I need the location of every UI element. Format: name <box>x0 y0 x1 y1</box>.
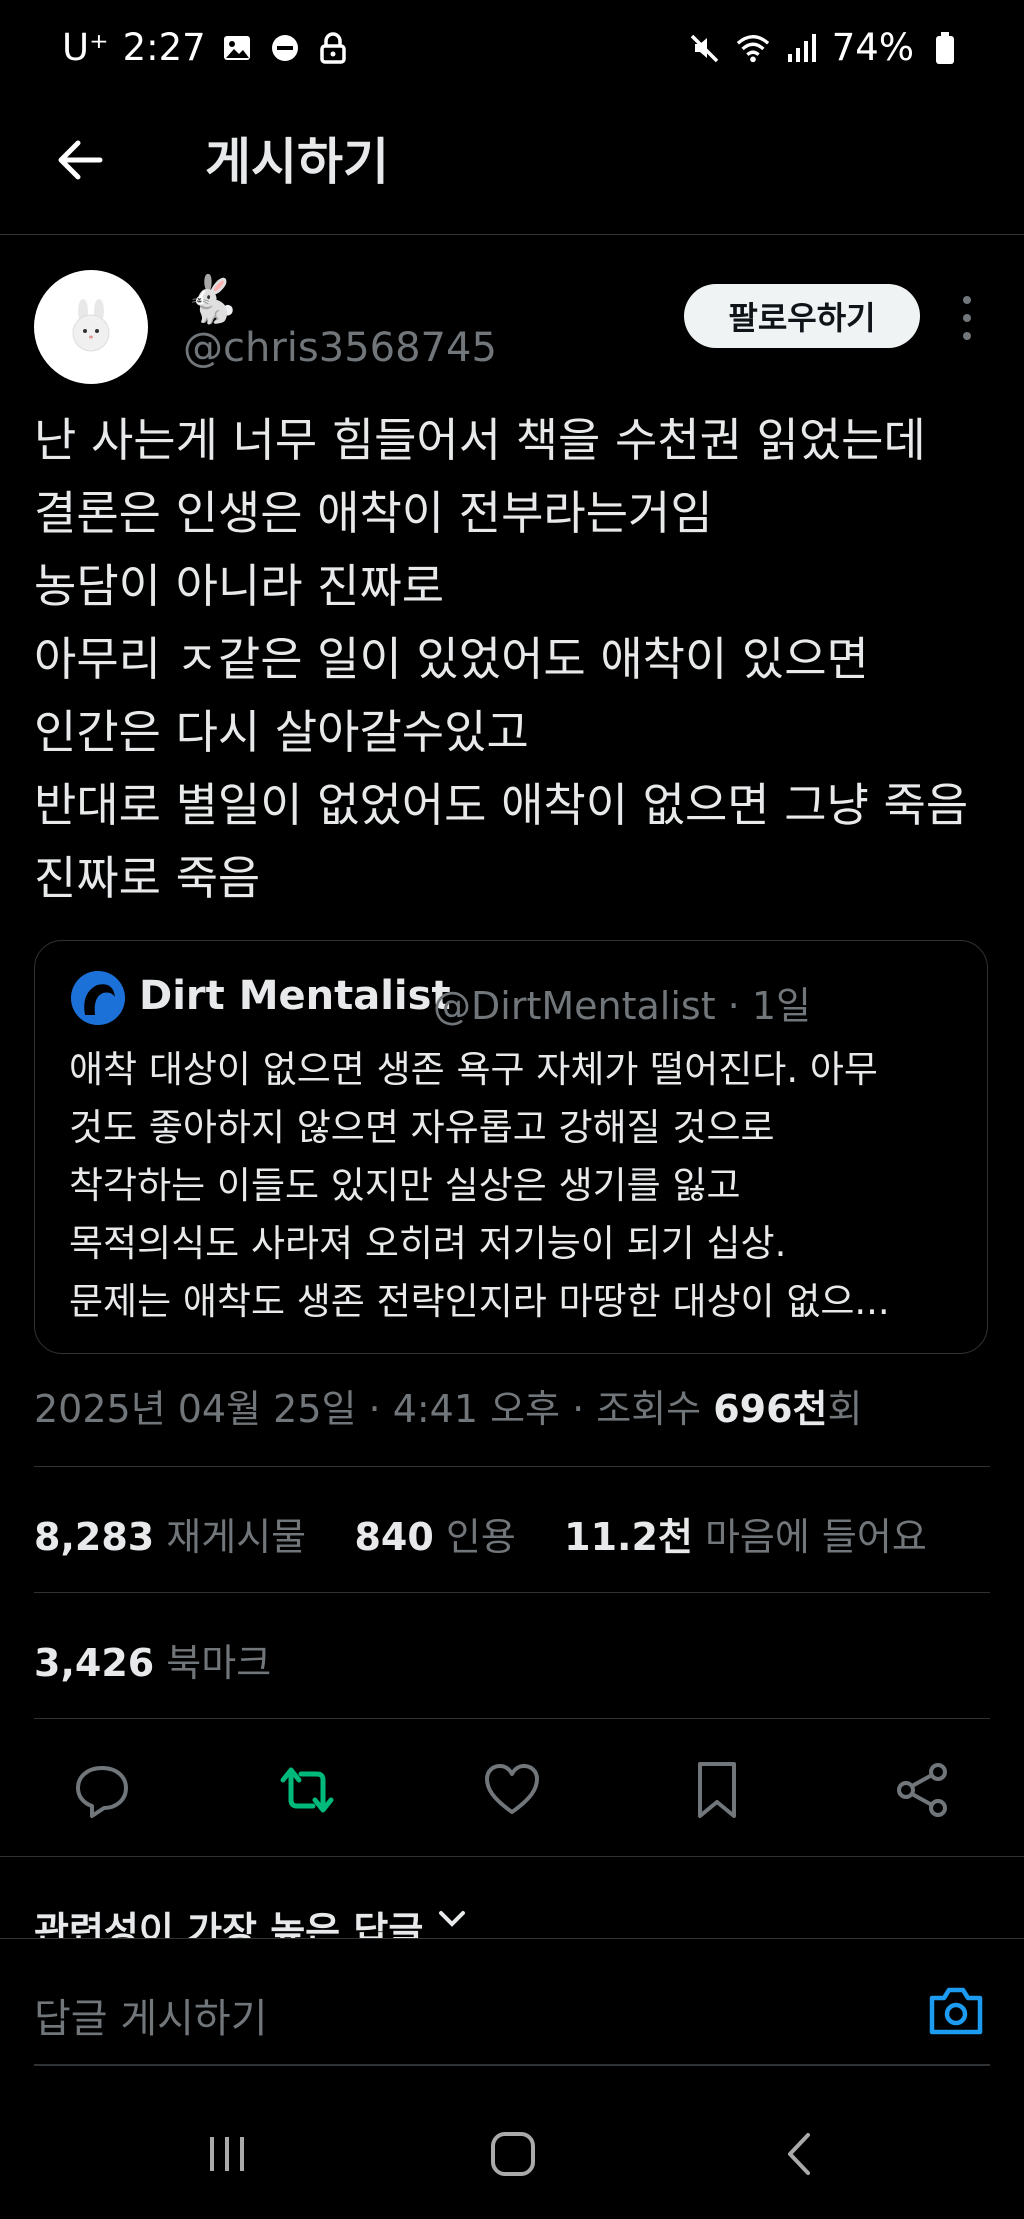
more-options-icon[interactable] <box>950 290 984 346</box>
repost-icon[interactable] <box>275 1758 339 1822</box>
top-app-bar <box>0 100 1024 235</box>
post-line: 반대로 별일이 없었어도 애착이 없으면 그냥 죽음 <box>34 778 969 832</box>
home-icon[interactable] <box>478 2126 548 2182</box>
reposts-count: 8,283 <box>34 1515 155 1559</box>
status-left: U⁺ 2:27 <box>62 26 350 69</box>
quote-line: 착각하는 이들도 있지만 실상은 생기를 잃고 <box>69 1164 741 1207</box>
quoted-post-text: 애착 대상이 없으면 생존 욕구 자체가 떨어진다. 아무 것도 좋아하지 않으… <box>69 1041 969 1331</box>
post-line: 농담이 아니라 진짜로 <box>34 559 445 613</box>
back-arrow-icon[interactable] <box>50 130 110 190</box>
post-line: 진짜로 죽음 <box>34 851 261 905</box>
post-line: 결론은 인생은 애착이 전부라는거임 <box>34 486 713 540</box>
carrier-label: U⁺ <box>62 26 109 69</box>
divider <box>34 1466 990 1467</box>
likes-label: 마음에 들어요 <box>704 1515 927 1559</box>
lock-icon <box>316 31 350 65</box>
wifi-icon <box>736 31 770 65</box>
battery-percent: 74% <box>831 26 914 69</box>
reply-sort-label: 관련성이 가장 높은 답글 <box>34 1909 424 1938</box>
reply-input[interactable]: 답글 게시하기 <box>34 1986 268 2044</box>
composer-underline <box>34 2064 990 2066</box>
quotes-label: 인용 <box>445 1515 516 1559</box>
gallery-icon <box>220 31 254 65</box>
divider <box>34 1718 990 1719</box>
likes-stat[interactable]: 11.2천 마음에 들어요 <box>564 1515 927 1559</box>
quoted-author-handle: @DirtMentalist · 1일 <box>433 984 811 1028</box>
quotes-count: 840 <box>354 1515 434 1559</box>
views-count: 696천 <box>713 1387 828 1431</box>
reply-icon[interactable] <box>70 1758 134 1822</box>
battery-icon <box>928 31 962 65</box>
reposts-stat[interactable]: 8,283 재게시물 <box>34 1515 306 1559</box>
post-line: 난 사는게 너무 힘들어서 책을 수천권 읽었는데 <box>34 413 926 467</box>
follow-button[interactable]: 팔로우하기 <box>684 284 920 348</box>
avatar[interactable] <box>34 270 148 384</box>
status-bar: U⁺ 2:27 74% <box>0 0 1024 100</box>
post-timestamp-views: 2025년 04월 25일 · 4:41 오후 · 조회수 696천회 <box>34 1378 863 1433</box>
likes-count: 11.2천 <box>564 1515 693 1559</box>
post-line: 인간은 다시 살아갈수있고 <box>34 705 529 759</box>
quoted-post-card[interactable]: Dirt Mentalist @DirtMentalist · 1일 애착 대상… <box>34 940 988 1354</box>
divider <box>0 1856 1024 1857</box>
quote-line: 애착 대상이 없으면 생존 욕구 자체가 떨어진다. 아무 <box>69 1048 878 1091</box>
share-icon[interactable] <box>890 1758 954 1822</box>
mute-icon <box>688 31 722 65</box>
quote-line: 것도 좋아하지 않으면 자유롭고 강해질 것으로 <box>69 1106 775 1149</box>
engagement-stats: 8,283 재게시물 840 인용 11.2천 마음에 들어요 <box>34 1506 927 1561</box>
clock: 2:27 <box>122 26 206 69</box>
like-heart-icon[interactable] <box>480 1758 544 1822</box>
quote-line: 문제는 애착도 생존 전략인지라 마땅한 대상이 없으... <box>69 1280 890 1323</box>
divider <box>34 1592 990 1593</box>
quotes-stat[interactable]: 840 인용 <box>354 1515 515 1559</box>
reply-sort-dropdown[interactable]: 관련성이 가장 높은 답글 <box>34 1900 469 1938</box>
post-datetime: 2025년 04월 25일 · 4:41 오후 · 조회수 <box>34 1387 714 1431</box>
bookmarks-count: 3,426 <box>34 1641 155 1685</box>
system-back-icon[interactable] <box>766 2126 836 2182</box>
author-handle[interactable]: @chris3568745 <box>183 325 497 371</box>
display-name[interactable]: 🐇 <box>183 272 240 327</box>
page-title: 게시하기 <box>205 133 389 191</box>
recent-apps-icon[interactable] <box>192 2126 262 2182</box>
do-not-disturb-icon <box>268 31 302 65</box>
bunny-avatar-icon <box>72 299 110 352</box>
quoted-author-avatar <box>71 971 125 1025</box>
camera-icon[interactable] <box>926 1984 986 2038</box>
signal-icon <box>784 31 818 65</box>
bookmarks-stat[interactable]: 3,426 북마크 <box>34 1632 271 1687</box>
status-right: 74% <box>688 26 962 69</box>
post-line: 아무리 ㅈ같은 일이 있었어도 애착이 있으면 <box>34 632 869 686</box>
post-text: 난 사는게 너무 힘들어서 책을 수천권 읽었는데 결론은 인생은 애착이 전부… <box>34 404 994 915</box>
quoted-author-name: Dirt Mentalist <box>139 973 451 1019</box>
quote-line: 목적의식도 사라져 오히려 저기능이 되기 십상. <box>69 1222 787 1265</box>
views-suffix: 회 <box>827 1387 863 1431</box>
reposts-label: 재게시물 <box>166 1515 307 1559</box>
bookmarks-label: 북마크 <box>166 1641 272 1685</box>
chevron-down-icon <box>435 1900 469 1938</box>
bookmark-icon[interactable] <box>685 1758 749 1822</box>
